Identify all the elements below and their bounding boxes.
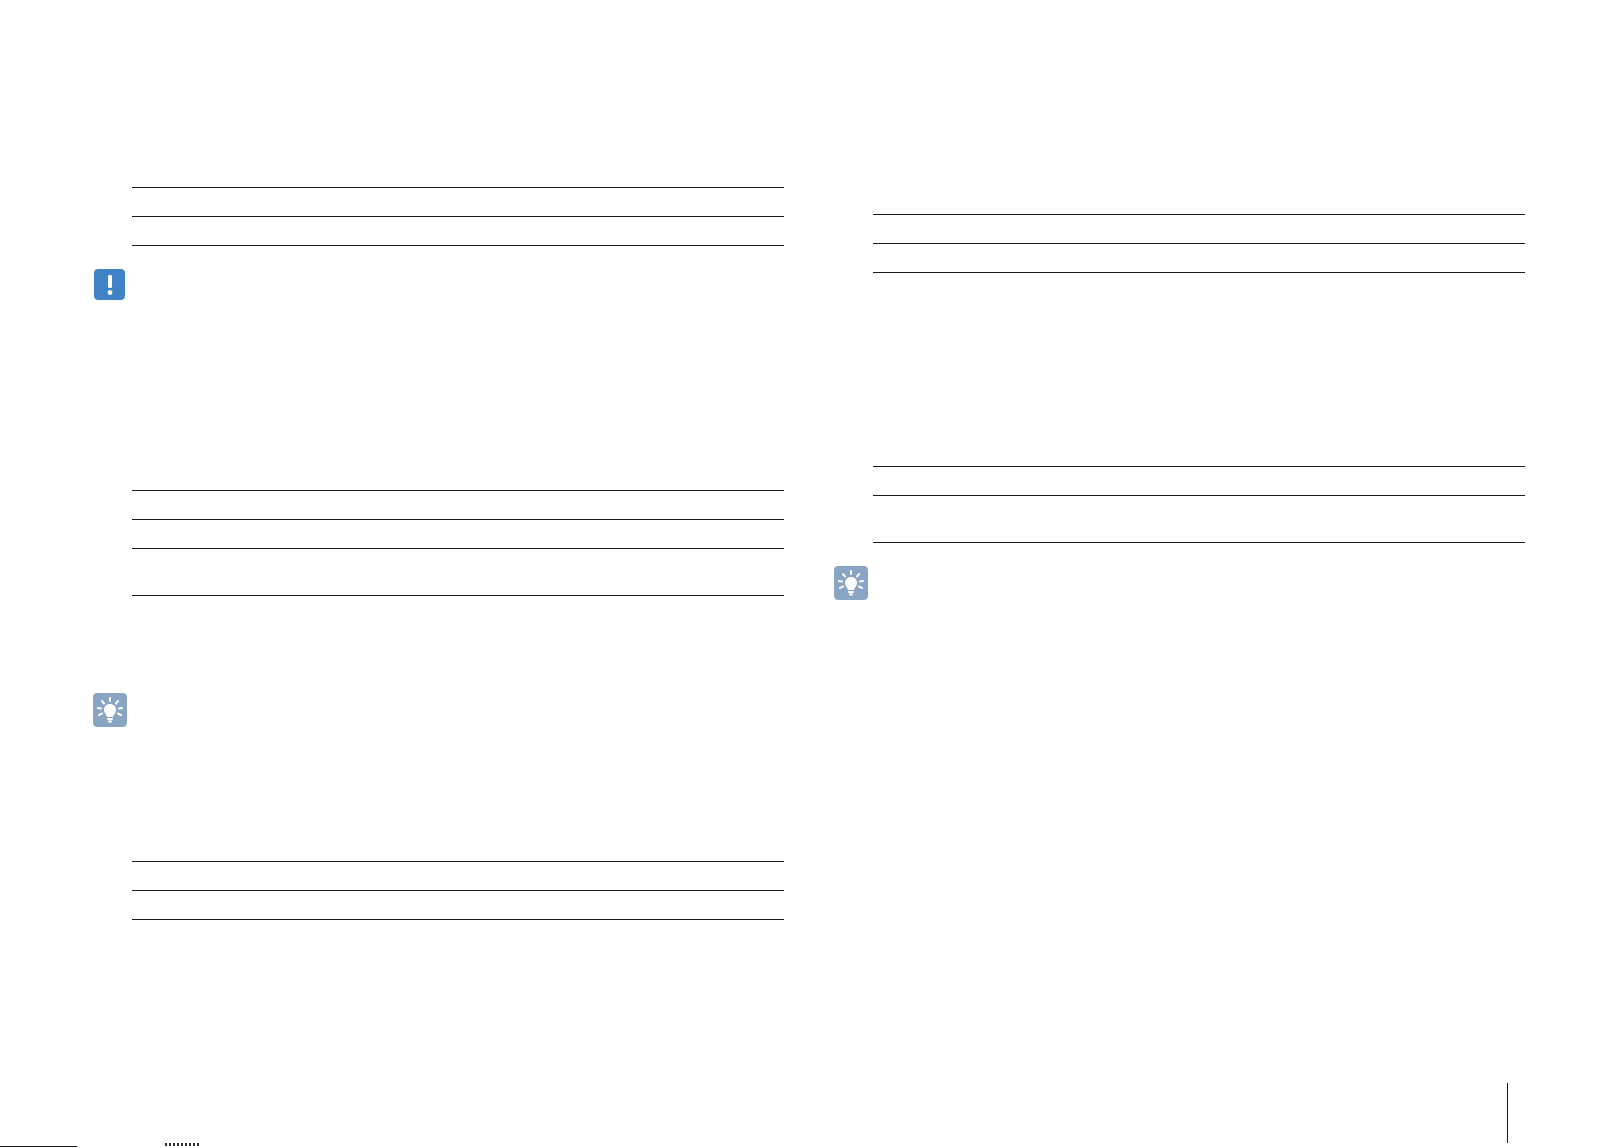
table-2-rule-top — [132, 490, 784, 491]
manual-page — [0, 0, 1621, 1148]
footer-mark — [165, 1143, 199, 1146]
table-4-rule-top — [873, 214, 1525, 215]
table-5-rule-mid — [873, 495, 1525, 496]
table-1-rule-top — [132, 187, 784, 188]
exclamation-icon — [94, 269, 125, 300]
table-4-rule-bottom — [873, 272, 1525, 273]
table-2-rule-bottom — [132, 595, 784, 596]
table-2-rule-3 — [132, 548, 784, 549]
footer-rule — [0, 1146, 77, 1147]
page-number-divider — [1507, 1083, 1508, 1143]
lightbulb-icon — [834, 566, 868, 600]
table-1-rule-bottom — [132, 245, 784, 246]
table-2-rule-2 — [132, 519, 784, 520]
table-3-rule-bottom — [132, 919, 784, 920]
table-3-rule-mid — [132, 890, 784, 891]
table-4-rule-mid — [873, 243, 1525, 244]
table-5-rule-top — [873, 466, 1525, 467]
table-5-rule-bottom — [873, 542, 1525, 543]
lightbulb-icon — [93, 693, 127, 727]
table-3-rule-top — [132, 861, 784, 862]
table-1-rule-mid — [132, 216, 784, 217]
